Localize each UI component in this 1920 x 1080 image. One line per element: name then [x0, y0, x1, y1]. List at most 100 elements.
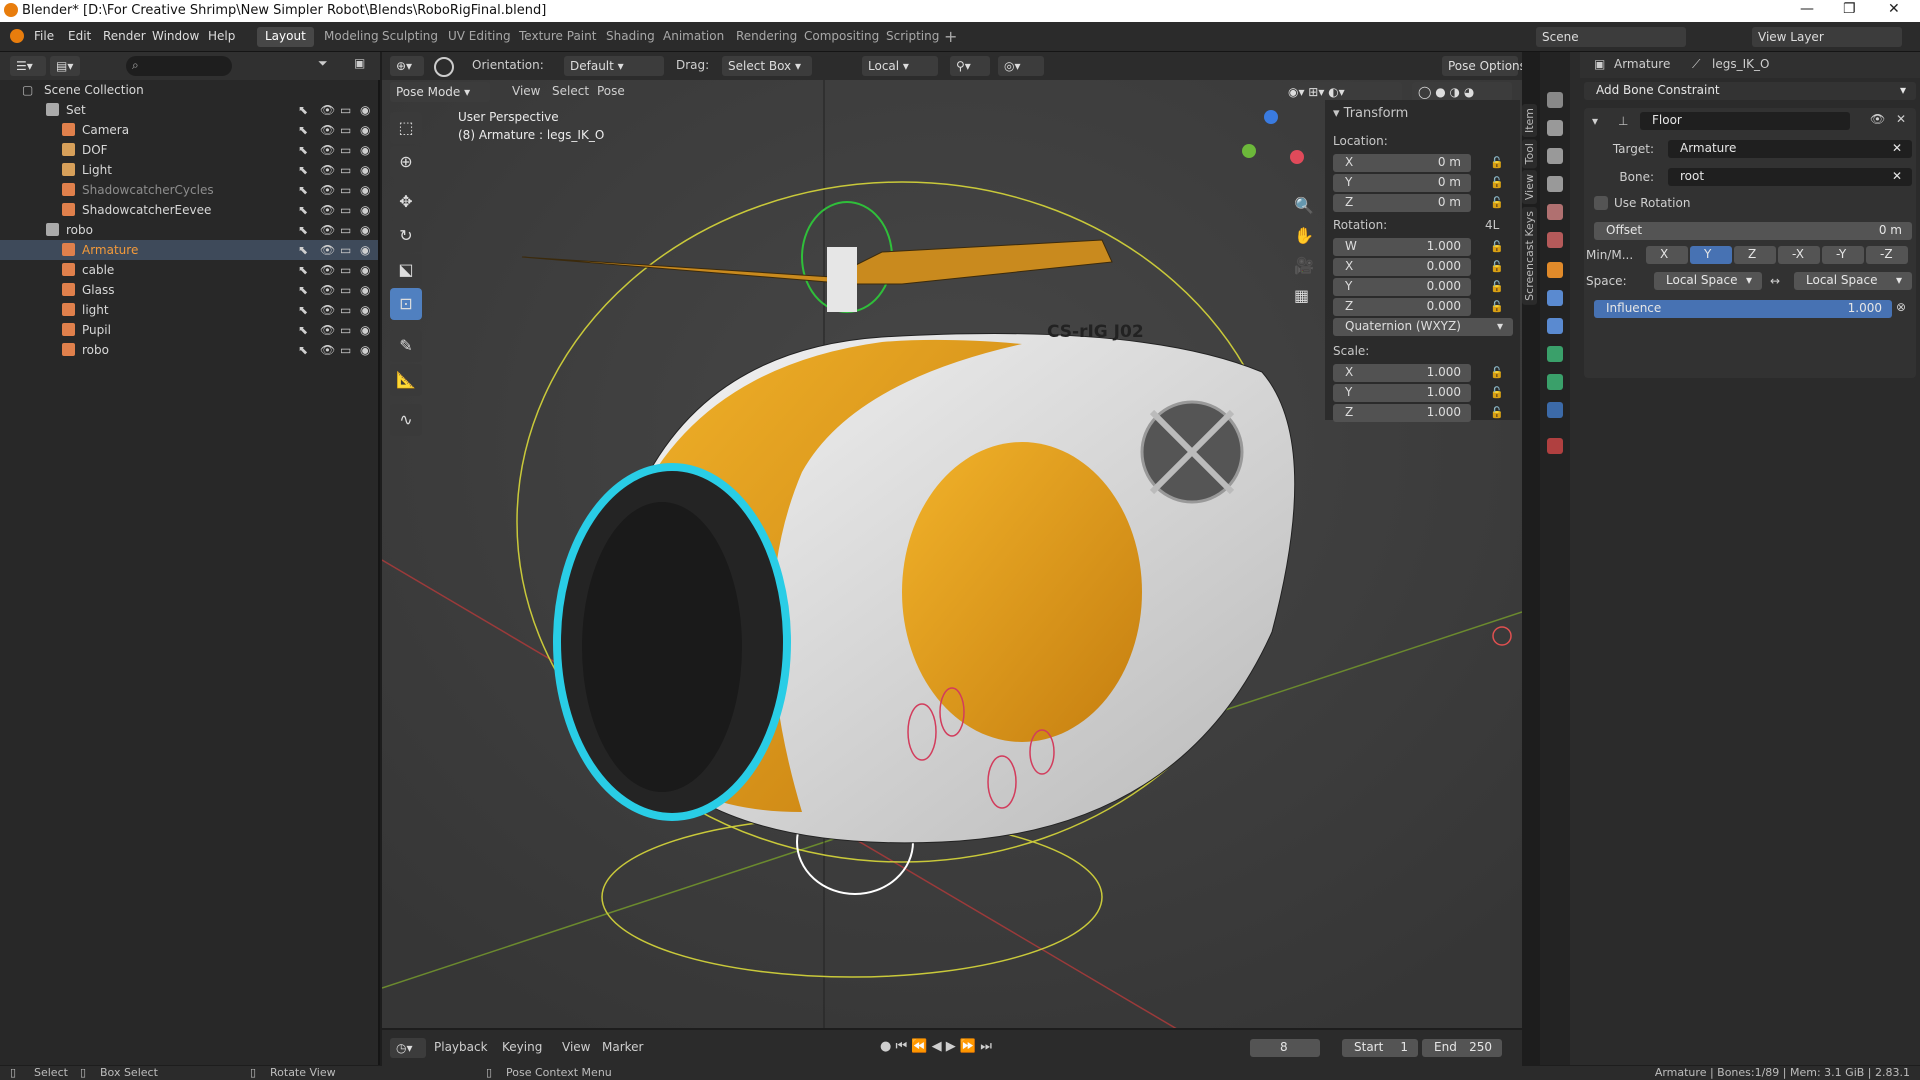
outliner-row[interactable]: light ⬉ 👁 ▭ ◉	[0, 300, 378, 320]
start-frame-field[interactable]: Start 1	[1342, 1039, 1418, 1057]
render-toggle-icon[interactable]: ◉	[360, 303, 370, 317]
overlay-buttons[interactable]: ◉▾ ⊞▾ ◐▾	[1282, 82, 1402, 102]
lock-icon[interactable]: 🔓	[1490, 406, 1504, 419]
render-toggle-icon[interactable]: ◉	[360, 143, 370, 157]
clear-target-icon[interactable]: ✕	[1892, 141, 1902, 155]
visibility-eye-icon[interactable]: 👁	[320, 283, 335, 297]
viewport-toggle-icon[interactable]: ▭	[340, 303, 351, 317]
scale-tool[interactable]: ⬕	[390, 254, 422, 286]
select-toggle-icon[interactable]: ⬉	[298, 203, 308, 217]
outliner-row[interactable]: ShadowcatcherEevee ⬉ 👁 ▭ ◉	[0, 200, 378, 220]
lock-icon[interactable]: 🔓	[1490, 366, 1504, 379]
viewport-toggle-icon[interactable]: ▭	[340, 163, 351, 177]
outliner-search-input[interactable]: ⌕	[126, 56, 232, 76]
outliner-row[interactable]: Camera ⬉ 👁 ▭ ◉	[0, 120, 378, 140]
rotation-mode-dropdown[interactable]: Quaternion (WXYZ) ▾	[1333, 318, 1513, 336]
view-layer-tab-icon[interactable]	[1547, 176, 1563, 192]
owner-space-dropdown[interactable]: Local Space ▾	[1654, 272, 1762, 290]
measure-tool[interactable]: 📐	[390, 364, 422, 396]
physics-tab-icon[interactable]	[1547, 318, 1563, 334]
visibility-eye-icon[interactable]: 👁	[320, 163, 335, 177]
render-toggle-icon[interactable]: ◉	[360, 123, 370, 137]
rotation-x-field[interactable]: X 0.000	[1333, 258, 1471, 276]
editor-type-icon[interactable]: ☰▾	[10, 56, 46, 76]
maximize-icon[interactable]: ❐	[1843, 1, 1856, 17]
outliner-row[interactable]: ShadowcatcherCycles ⬉ 👁 ▭ ◉	[0, 180, 378, 200]
tab-view[interactable]: View	[1522, 170, 1537, 205]
render-toggle-icon[interactable]: ◉	[360, 263, 370, 277]
outliner-row[interactable]: Glass ⬉ 👁 ▭ ◉	[0, 280, 378, 300]
select-toggle-icon[interactable]: ⬉	[298, 263, 308, 277]
lock-icon[interactable]: 🔓	[1490, 300, 1504, 313]
target-space-dropdown[interactable]: Local Space ▾	[1794, 272, 1912, 290]
disable-keep-transform-icon[interactable]: ⊗	[1896, 300, 1906, 314]
tab-screencast-keys[interactable]: Screencast Keys	[1522, 206, 1537, 305]
transform-tool[interactable]: ⊡	[390, 288, 422, 320]
tab-animation[interactable]: Animation	[655, 27, 732, 47]
viewport-toggle-icon[interactable]: ▭	[340, 183, 351, 197]
outliner-row[interactable]: cable ⬉ 👁 ▭ ◉	[0, 260, 378, 280]
scale-x-field[interactable]: X 1.000	[1333, 364, 1471, 382]
viewport-toggle-icon[interactable]: ▭	[340, 243, 351, 257]
select-toggle-icon[interactable]: ⬉	[298, 243, 308, 257]
viewport-toggle-icon[interactable]: ▭	[340, 323, 351, 337]
viewport-toggle-icon[interactable]: ▭	[340, 203, 351, 217]
constraint-name-input[interactable]: Floor	[1640, 112, 1850, 130]
outliner-row[interactable]: Pupil ⬉ 👁 ▭ ◉	[0, 320, 378, 340]
tab-layout[interactable]: Layout	[257, 27, 314, 47]
end-frame-field[interactable]: End 250	[1422, 1039, 1502, 1057]
scale-y-field[interactable]: Y 1.000	[1333, 384, 1471, 402]
gizmo-y-icon[interactable]	[1242, 144, 1256, 158]
lock-icon[interactable]: 🔓	[1490, 196, 1504, 209]
rotate-tool[interactable]: ↻	[390, 220, 422, 252]
timeline-editor-type[interactable]: ◷▾	[390, 1038, 426, 1058]
pan-hand-icon[interactable]: ✋	[1294, 226, 1314, 245]
snap-button[interactable]: ⚲▾	[950, 56, 990, 76]
render-tab-icon[interactable]	[1547, 120, 1563, 136]
outliner-row[interactable]: Light ⬉ 👁 ▭ ◉	[0, 160, 378, 180]
select-toggle-icon[interactable]: ⬉	[298, 303, 308, 317]
select-toggle-icon[interactable]: ⬉	[298, 163, 308, 177]
outliner-row[interactable]: Armature ⬉ 👁 ▭ ◉	[0, 240, 378, 260]
target-field[interactable]: Armature ✕	[1668, 140, 1912, 158]
collapse-icon[interactable]: ▾	[1592, 114, 1598, 128]
viewport-toggle-icon[interactable]: ▭	[340, 283, 351, 297]
axis-button-neg-y[interactable]: -Y	[1822, 246, 1864, 264]
render-toggle-icon[interactable]: ◉	[360, 163, 370, 177]
location-x-field[interactable]: X 0 m	[1333, 154, 1471, 172]
navigation-gizmo[interactable]	[1238, 110, 1308, 190]
scene-tab-icon[interactable]	[1547, 204, 1563, 220]
display-mode-icon[interactable]: ▤▾	[50, 56, 80, 76]
modifier-tab-icon[interactable]	[1547, 290, 1563, 306]
outliner-row[interactable]: Set ⬉ 👁 ▭ ◉	[0, 100, 378, 120]
visibility-eye-icon[interactable]: 👁	[320, 103, 335, 117]
lock-icon[interactable]: 🔓	[1490, 240, 1504, 253]
render-toggle-icon[interactable]: ◉	[360, 103, 370, 117]
current-frame-field[interactable]: 8	[1250, 1039, 1320, 1057]
select-toggle-icon[interactable]: ⬉	[298, 223, 308, 237]
tool-tab-icon[interactable]	[1547, 92, 1563, 108]
editor-type-button[interactable]: ⊕▾	[390, 56, 424, 76]
offset-field[interactable]: Offset 0 m	[1594, 222, 1912, 240]
scale-z-field[interactable]: Z 1.000	[1333, 404, 1471, 422]
close-icon[interactable]: ✕	[1888, 1, 1900, 17]
blender-menu-icon[interactable]	[10, 29, 24, 43]
gizmo-z-icon[interactable]	[1264, 110, 1278, 124]
move-tool[interactable]: ✥	[390, 186, 422, 218]
output-tab-icon[interactable]	[1547, 148, 1563, 164]
lock-icon[interactable]: 🔓	[1490, 176, 1504, 189]
axis-button-z[interactable]: Z	[1734, 246, 1776, 264]
viewport-toggle-icon[interactable]: ▭	[340, 223, 351, 237]
axis-button-neg-z[interactable]: -Z	[1866, 246, 1908, 264]
constraint-delete-icon[interactable]: ✕	[1896, 112, 1906, 126]
cursor-tool[interactable]: ⊕	[390, 146, 422, 178]
rotation-w-field[interactable]: W 1.000	[1333, 238, 1471, 256]
minimize-icon[interactable]: —	[1800, 1, 1814, 17]
visibility-eye-icon[interactable]: 👁	[320, 143, 335, 157]
use-rotation-checkbox[interactable]	[1594, 196, 1608, 210]
visibility-eye-icon[interactable]: 👁	[320, 203, 335, 217]
select-box-tool[interactable]: ⬚	[390, 112, 422, 144]
location-z-field[interactable]: Z 0 m	[1333, 194, 1471, 212]
menu-view[interactable]: View	[512, 84, 540, 98]
pose-options-dropdown[interactable]: Pose Options	[1442, 56, 1522, 76]
